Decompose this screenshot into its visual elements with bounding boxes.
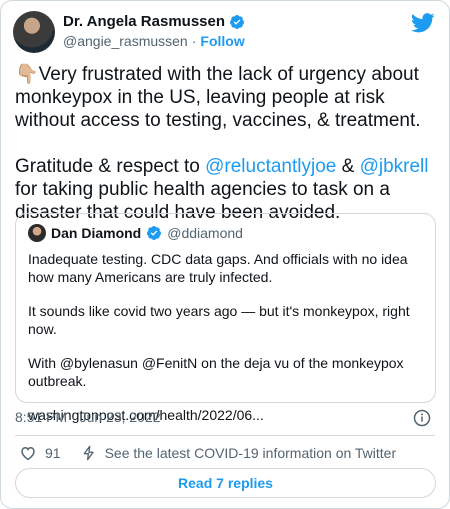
quoted-author-name[interactable]: Dan Diamond [51,225,141,241]
mention-reluctantlyjoe[interactable]: @reluctantlyjoe [205,156,336,177]
author-handle[interactable]: @angie_rasmussen [63,33,188,49]
author-block: Dr. Angela Rasmussen @angie_rasmussen · … [63,13,245,49]
like-count[interactable]: 91 [45,445,61,461]
author-name[interactable]: Dr. Angela Rasmussen [63,13,225,30]
tweet-timestamp[interactable]: 8:51 PM · Jun 23, 2022 [15,409,161,425]
quoted-tweet[interactable]: Dan Diamond @ddiamond Inadequate testing… [15,213,436,423]
quoted-author-row: Dan Diamond @ddiamond [28,224,423,242]
author-avatar[interactable] [13,11,55,53]
quoted-paragraph-3: With @bylenasun @FenitN on the deja vu o… [28,355,404,389]
quoted-tweet-text: Inadequate testing. CDC data gaps. And o… [28,250,423,424]
tweet-text-2b: & [336,156,360,177]
divider [15,435,435,436]
covid-info-link[interactable]: See the latest COVID-19 information on T… [105,445,397,461]
verified-badge-icon [230,14,245,29]
quoted-author-avatar[interactable] [28,224,46,242]
pointing-down-emoji: 👇🏼 [15,64,39,85]
author-name-row[interactable]: Dr. Angela Rasmussen [63,13,245,30]
info-icon[interactable] [413,409,431,427]
twitter-bird-icon[interactable] [411,13,435,33]
quoted-paragraph-2: It sounds like covid two years ago — but… [28,303,410,337]
read-replies-button[interactable]: Read 7 replies [15,468,436,498]
heart-icon[interactable] [19,444,37,462]
tweet-paragraph-1: 👇🏼Very frustrated with the lack of urgen… [15,63,435,132]
quoted-paragraph-1: Inadequate testing. CDC data gaps. And o… [28,251,408,285]
quoted-verified-badge-icon [147,226,162,240]
follow-button[interactable]: Follow [200,33,244,49]
tweet-actions: 91 See the latest COVID-19 information o… [19,444,396,462]
lightning-bolt-icon [83,445,94,461]
quoted-author-handle[interactable]: @ddiamond [167,225,243,241]
tweet-text-2a: Gratitude & respect to [15,156,206,177]
author-sub-row: @angie_rasmussen · Follow [63,33,245,49]
separator-dot: · [191,33,197,49]
tweet-card: Dr. Angela Rasmussen @angie_rasmussen · … [0,0,450,509]
mention-jbkrell[interactable]: @jbkrell [360,156,429,177]
tweet-text-1: Very frustrated with the lack of urgency… [15,64,421,131]
